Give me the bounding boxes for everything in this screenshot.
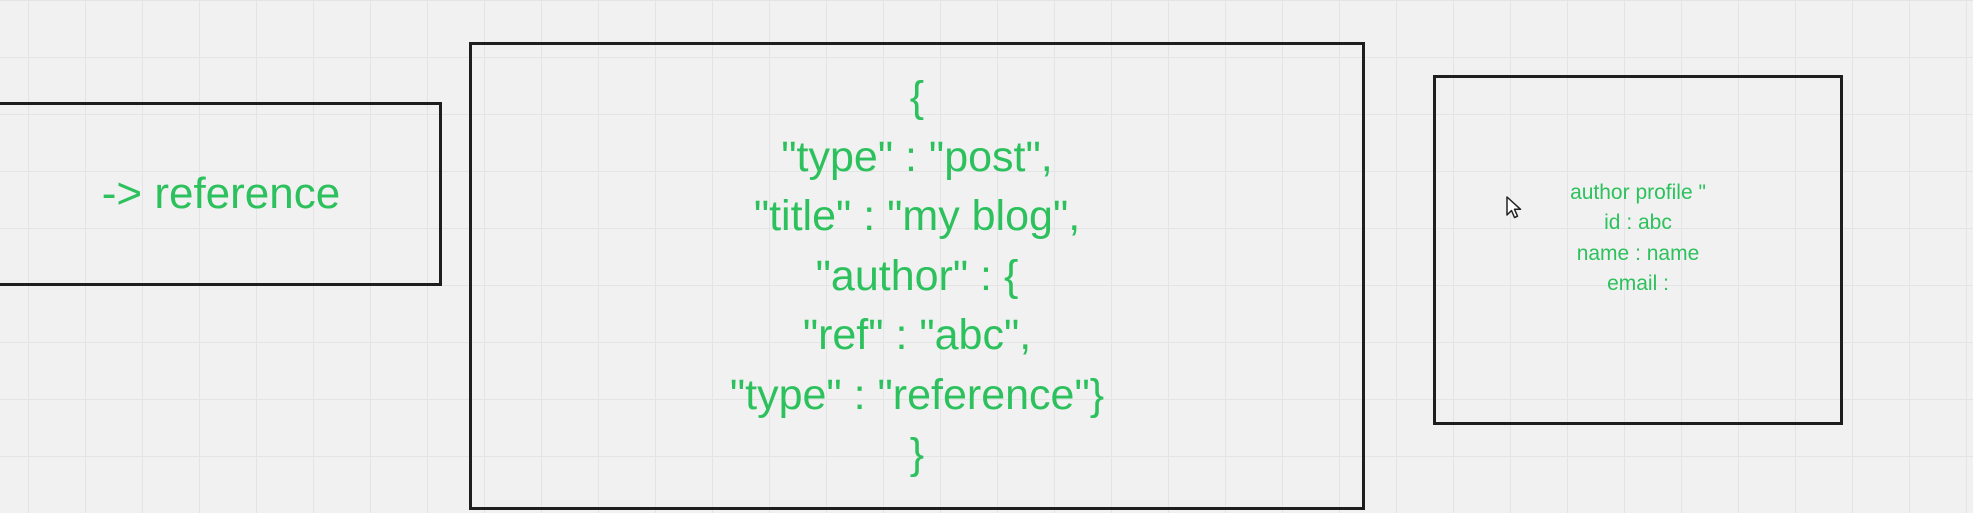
json-line: { [909,73,925,122]
post-json-text: { "type" : "post", "title" : "my blog", … [730,68,1104,485]
profile-line: author profile " [1570,180,1706,204]
post-document-box[interactable]: { "type" : "post", "title" : "my blog", … [469,42,1365,510]
whiteboard-canvas[interactable]: -> reference { "type" : "post", "title" … [0,0,1973,513]
profile-line: name : name [1576,241,1700,265]
author-profile-text: author profile " id : abc name : name em… [1570,178,1706,300]
json-line: "author" : { [815,251,1019,300]
author-profile-box[interactable]: author profile " id : abc name : name em… [1433,75,1843,425]
profile-line: email : [1607,272,1669,295]
json-line: "ref" : "abc", [802,311,1032,360]
reference-label-text: -> reference [101,169,341,218]
json-line: "type" : "reference"} [729,370,1105,419]
json-line: } [909,430,925,479]
mouse-pointer-icon [1506,196,1522,219]
profile-line: id : abc [1604,211,1672,234]
json-line: "type" : "post", [781,132,1053,181]
reference-label-box[interactable]: -> reference [0,102,442,286]
json-line: "title" : "my blog", [753,192,1081,241]
